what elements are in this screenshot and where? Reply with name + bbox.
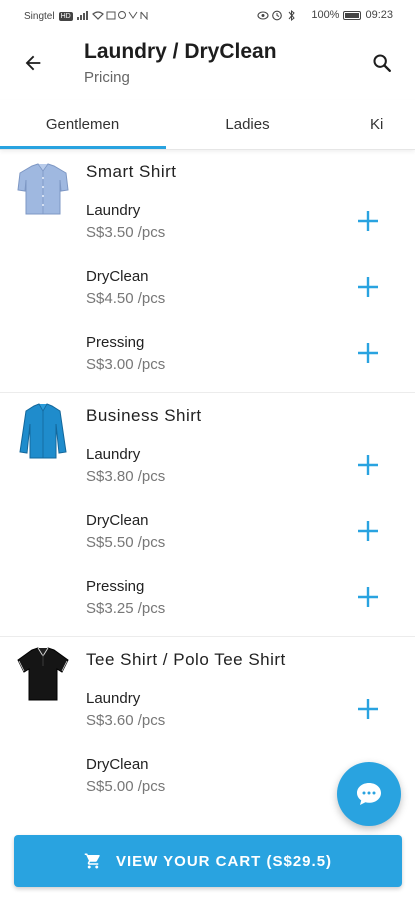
service-price: S$3.25 /pcs: [86, 600, 166, 617]
tab-kids[interactable]: Ki: [330, 100, 415, 148]
battery-percent: 100%: [311, 9, 340, 21]
service-row: DryClean S$5.50 /pcs: [0, 512, 415, 572]
service-name: DryClean: [86, 756, 149, 773]
service-name: Pressing: [86, 334, 145, 351]
arrow-left-icon: [25, 55, 41, 71]
signal-icons: [76, 10, 149, 23]
pricing-list[interactable]: Smart Shirt Laundry S$3.50 /pcs DryClean…: [0, 152, 415, 832]
service-row: Pressing S$3.00 /pcs: [0, 334, 415, 394]
status-left: Singtel HD: [24, 10, 149, 23]
search-button[interactable]: [367, 48, 397, 78]
view-cart-label: VIEW YOUR CART (S$29.5): [115, 852, 333, 870]
search-icon: [373, 54, 391, 72]
status-right: 100% 09:23: [257, 9, 393, 21]
add-button[interactable]: [353, 272, 383, 302]
page-title: Laundry / DryClean: [84, 40, 277, 63]
add-button[interactable]: [353, 694, 383, 724]
service-price: S$5.50 /pcs: [86, 534, 166, 551]
battery-icon: [343, 10, 362, 20]
tab-ladies[interactable]: Ladies: [165, 100, 330, 148]
service-price: S$3.50 /pcs: [86, 224, 166, 241]
tab-indicator: [0, 146, 166, 149]
chat-bubble-icon: [357, 783, 381, 805]
service-price: S$3.80 /pcs: [86, 468, 166, 485]
plus-icon: [358, 699, 378, 719]
status-system-icons: [257, 9, 296, 21]
service-name: Laundry: [86, 446, 141, 463]
service-row: Laundry S$3.80 /pcs: [0, 446, 415, 506]
plus-icon: [358, 521, 378, 541]
plus-icon: [358, 455, 378, 475]
app-bar: Laundry / DryClean Pricing: [0, 32, 415, 96]
item-name: Business Shirt: [86, 406, 202, 425]
service-name: Laundry: [86, 202, 141, 219]
service-name: Laundry: [86, 690, 141, 707]
service-row: DryClean S$4.50 /pcs: [0, 268, 415, 328]
plus-icon: [358, 211, 378, 231]
add-button[interactable]: [353, 338, 383, 368]
service-price: S$3.00 /pcs: [86, 356, 166, 373]
view-cart-button[interactable]: VIEW YOUR CART (S$29.5): [14, 835, 402, 887]
chat-fab-button[interactable]: [337, 762, 401, 826]
page-subtitle: Pricing: [84, 69, 130, 86]
service-price: S$4.50 /pcs: [86, 290, 166, 307]
item-name: Tee Shirt / Polo Tee Shirt: [86, 650, 286, 669]
item-name: Smart Shirt: [86, 162, 177, 181]
add-button[interactable]: [353, 206, 383, 236]
plus-icon: [358, 587, 378, 607]
divider: [0, 636, 415, 637]
clock: 09:23: [365, 9, 393, 21]
plus-icon: [358, 343, 378, 363]
service-name: Pressing: [86, 578, 145, 595]
shopping-cart-icon: [84, 853, 100, 869]
signal-wifi-icons: [76, 11, 148, 21]
service-row: Laundry S$3.60 /pcs: [0, 690, 415, 750]
network-badge: HD: [58, 12, 73, 21]
service-price: S$5.00 /pcs: [86, 778, 166, 795]
add-button[interactable]: [353, 516, 383, 546]
service-price: S$3.60 /pcs: [86, 712, 166, 729]
service-row: Laundry S$3.50 /pcs: [0, 202, 415, 262]
divider: [0, 392, 415, 393]
plus-icon: [358, 277, 378, 297]
service-row: Pressing S$3.25 /pcs: [0, 578, 415, 638]
status-bar: Singtel HD 100% 09:23: [0, 0, 415, 32]
category-tabs: Gentlemen Ladies Ki: [0, 100, 415, 150]
service-name: DryClean: [86, 268, 149, 285]
tab-gentlemen[interactable]: Gentlemen: [0, 100, 165, 148]
back-button[interactable]: [18, 48, 48, 78]
add-button[interactable]: [353, 450, 383, 480]
add-button[interactable]: [353, 582, 383, 612]
carrier-name: Singtel: [24, 11, 55, 22]
service-name: DryClean: [86, 512, 149, 529]
